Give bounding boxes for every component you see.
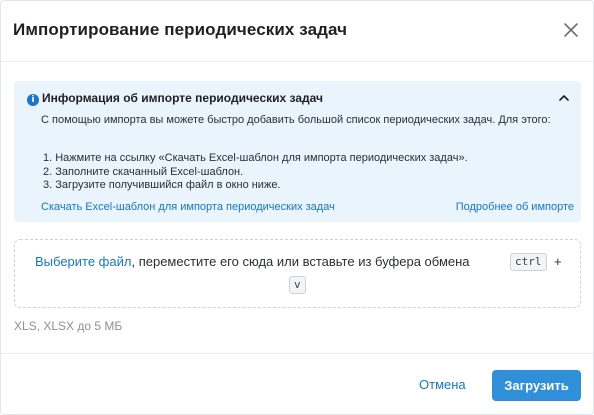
v-key-badge: v [289, 276, 306, 294]
info-steps: 1. Нажмите на ссылку «Скачать Excel-шабл… [43, 152, 468, 193]
info-step: 3. Загрузите получившийся файл в окно ни… [43, 179, 281, 191]
chevron-up-icon[interactable] [557, 91, 571, 105]
dropzone-instruction: , переместите его сюда или вставьте из б… [131, 254, 470, 269]
modal-footer: Отмена Загрузить [1, 353, 593, 415]
info-title: Информация об импорте периодических зада… [42, 91, 323, 105]
upload-button[interactable]: Загрузить [492, 370, 581, 401]
import-modal: Импортирование периодических задач i Инф… [0, 0, 594, 415]
plus-sign: + [554, 254, 562, 269]
info-step: 2. Заполните скачанный Excel-шаблон. [43, 165, 244, 178]
info-icon: i [27, 94, 39, 106]
download-template-link[interactable]: Скачать Excel-шаблон для импорта периоди… [41, 201, 335, 213]
more-about-import-link[interactable]: Подробнее об импорте [456, 201, 574, 213]
info-panel: i Информация об импорте периодических за… [14, 81, 581, 222]
dropzone-text: Выберите файл, переместите его сюда или … [35, 254, 470, 269]
file-format-hint: XLS, XLSX до 5 МБ [14, 319, 123, 333]
file-dropzone[interactable]: Выберите файл, переместите его сюда или … [14, 239, 581, 308]
close-icon[interactable] [563, 22, 579, 38]
modal-title: Импортирование периодических задач [13, 20, 348, 39]
info-step: 1. Нажмите на ссылку «Скачать Excel-шабл… [43, 152, 468, 164]
ctrl-key-badge: ctrl [510, 253, 547, 271]
info-description: С помощью импорта вы можете быстро добав… [41, 114, 551, 126]
cancel-button[interactable]: Отмена [419, 377, 466, 392]
modal-header: Импортирование периодических задач [1, 1, 593, 62]
choose-file-link[interactable]: Выберите файл [35, 254, 131, 269]
